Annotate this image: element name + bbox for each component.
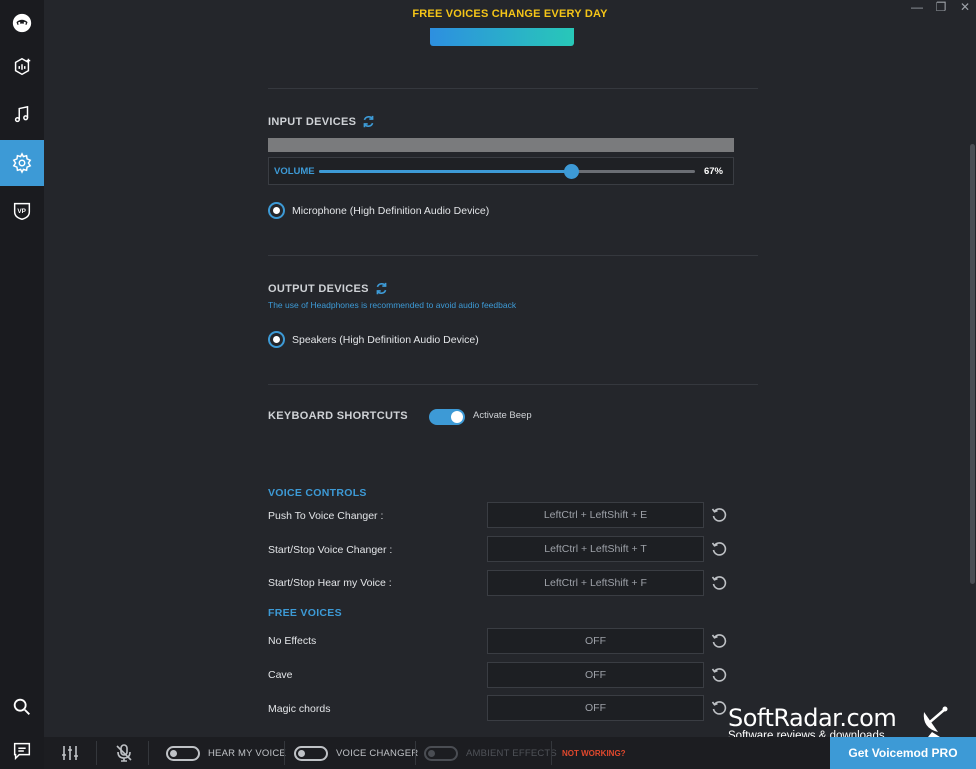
vip-shield-icon[interactable]: VP [0, 188, 44, 234]
voice-controls-title: VOICE CONTROLS [268, 487, 367, 499]
no-effects-label: No Effects [268, 635, 317, 647]
speakers-radio[interactable]: Speakers (High Definition Audio Device) [268, 331, 479, 348]
satellite-dish-icon [923, 706, 948, 737]
volume-slider-handle[interactable] [563, 164, 579, 179]
voicemod-logo-icon[interactable] [0, 0, 44, 46]
reset-icon[interactable] [711, 667, 727, 683]
microphone-radio[interactable]: Microphone (High Definition Audio Device… [268, 202, 489, 219]
magic-chords-key[interactable]: OFF [487, 695, 704, 721]
reset-icon[interactable] [711, 700, 727, 716]
svg-text:VP: VP [17, 208, 26, 215]
reset-icon[interactable] [711, 541, 727, 557]
hear-my-voice-switch[interactable] [166, 745, 200, 761]
reset-icon[interactable] [711, 633, 727, 649]
get-pro-button[interactable]: Get Voicemod PRO [830, 737, 976, 769]
separator [96, 741, 97, 765]
cave-label: Cave [268, 669, 293, 681]
cave-key[interactable]: OFF [487, 662, 704, 688]
free-voices-title: FREE VOICES [268, 607, 342, 619]
push-to-voice-changer-label: Push To Voice Changer : [268, 510, 384, 522]
voicebox-icon[interactable] [0, 44, 44, 90]
output-devices-title: OUTPUT DEVICES [268, 282, 388, 295]
bottom-bar: HEAR MY VOICE VOICE CHANGER AMBIENT EFFE… [44, 737, 976, 769]
divider [268, 384, 758, 385]
radio-selected-icon [268, 331, 285, 348]
radio-selected-icon [268, 202, 285, 219]
separator [415, 741, 416, 765]
not-working-link[interactable]: NOT WORKING? [562, 737, 626, 769]
start-stop-voice-changer-key[interactable]: LeftCtrl + LeftShift + T [487, 536, 704, 562]
voice-changer-label: VOICE CHANGER [336, 747, 419, 759]
separator [284, 741, 285, 765]
input-device-select[interactable] [268, 138, 734, 152]
volume-control: VOLUME 67% [268, 157, 734, 185]
ambient-effects-switch[interactable] [424, 745, 458, 761]
hear-my-voice-toggle[interactable]: HEAR MY VOICE [166, 737, 286, 769]
start-stop-voice-changer-label: Start/Stop Voice Changer : [268, 544, 393, 556]
start-stop-hear-my-voice-key[interactable]: LeftCtrl + LeftShift + F [487, 570, 704, 596]
magic-chords-label: Magic chords [268, 703, 331, 715]
start-stop-hear-my-voice-label: Start/Stop Hear my Voice : [268, 577, 392, 589]
no-effects-key[interactable]: OFF [487, 628, 704, 654]
refresh-icon[interactable] [375, 282, 388, 295]
divider [268, 255, 758, 256]
separator [551, 741, 552, 765]
chat-feedback-icon[interactable] [0, 728, 44, 769]
output-devices-label: OUTPUT DEVICES [268, 282, 369, 295]
not-working-label: NOT WORKING? [562, 748, 626, 758]
music-note-icon[interactable] [0, 92, 44, 138]
promo-banner: FREE VOICES CHANGE EVERY DAY [412, 8, 608, 20]
mic-muted-icon[interactable] [114, 737, 134, 769]
speakers-label: Speakers (High Definition Audio Device) [292, 333, 479, 346]
refresh-icon[interactable] [362, 115, 375, 128]
settings-gear-icon[interactable] [0, 140, 44, 186]
volume-slider[interactable] [319, 164, 695, 179]
sidebar: VP [0, 0, 44, 769]
scroll-thumb[interactable] [970, 144, 975, 584]
divider [268, 88, 758, 89]
scrollbar[interactable] [968, 40, 976, 740]
hear-my-voice-label: HEAR MY VOICE [208, 747, 286, 759]
voice-changer-switch[interactable] [294, 745, 328, 761]
input-devices-label: INPUT DEVICES [268, 115, 357, 128]
mixer-sliders-icon[interactable] [60, 737, 80, 769]
ambient-effects-label: AMBIENT EFFECTS [466, 747, 557, 759]
activate-beep-label: Activate Beep [473, 410, 532, 421]
push-to-voice-changer-key[interactable]: LeftCtrl + LeftShift + E [487, 502, 704, 528]
volume-label: VOLUME [274, 166, 315, 177]
window-controls: — ❐ ✕ [910, 0, 972, 14]
close-icon[interactable]: ✕ [958, 0, 972, 14]
volume-slider-fill [319, 170, 571, 173]
voice-changer-toggle[interactable]: VOICE CHANGER [294, 737, 418, 769]
reset-icon[interactable] [711, 575, 727, 591]
headphones-hint: The use of Headphones is recommended to … [268, 300, 517, 310]
volume-value: 67% [703, 166, 723, 177]
activate-beep-toggle[interactable] [429, 409, 465, 425]
see-tutorial-button[interactable] [430, 28, 574, 46]
restore-icon[interactable]: ❐ [934, 0, 948, 14]
keyboard-shortcuts-title: KEYBOARD SHORTCUTS [268, 410, 408, 422]
ambient-effects-toggle[interactable]: AMBIENT EFFECTS [424, 737, 557, 769]
separator [148, 741, 149, 765]
topbar: FREE VOICES CHANGE EVERY DAY — ❐ ✕ [44, 0, 976, 46]
reset-icon[interactable] [711, 507, 727, 523]
search-icon[interactable] [0, 684, 44, 730]
microphone-label: Microphone (High Definition Audio Device… [292, 204, 490, 217]
minimize-icon[interactable]: — [910, 0, 924, 14]
input-devices-title: INPUT DEVICES [268, 115, 375, 128]
